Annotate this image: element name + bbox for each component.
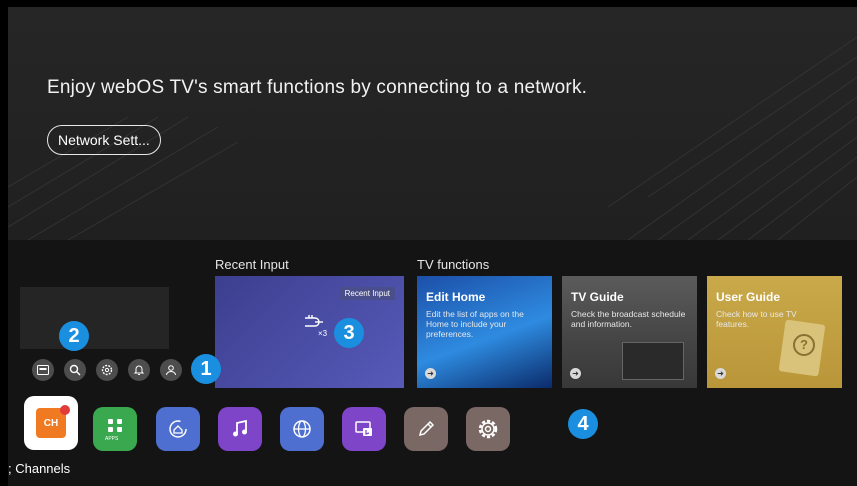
arrow-right-icon: ➜ — [570, 368, 581, 379]
input-count: ×3 — [318, 329, 328, 338]
network-settings-button[interactable]: Network Sett... — [47, 125, 161, 155]
badge-2: 2 — [59, 321, 89, 351]
badge-1: 1 — [191, 354, 221, 384]
user-guide-card[interactable]: ? User Guide Check how to use TV feature… — [707, 276, 842, 388]
media-player-app[interactable] — [342, 407, 386, 451]
tv-image — [622, 342, 684, 380]
settings-icon[interactable] — [96, 359, 118, 381]
settings-app[interactable] — [466, 407, 510, 451]
network-banner: Enjoy webOS TV's smart functions by conn… — [8, 7, 857, 240]
arrow-right-icon: ➜ — [425, 368, 436, 379]
recent-input-card[interactable]: Recent Input ×3 — [215, 276, 404, 388]
input-icon[interactable] — [32, 359, 54, 381]
gear-icon — [478, 419, 498, 439]
tv-home-screen: Enjoy webOS TV's smart functions by conn… — [8, 7, 857, 486]
user-guide-title: User Guide — [716, 290, 781, 304]
live-tv-app[interactable]: CH — [24, 396, 78, 450]
pencil-icon — [418, 420, 435, 437]
tv-guide-desc: Check the broadcast schedule and informa… — [571, 309, 686, 329]
banner-stripes — [8, 36, 857, 240]
apps-label: APPS — [105, 436, 119, 442]
music-note-icon — [233, 419, 247, 437]
recent-input-label: Recent Input — [339, 287, 395, 300]
globe-icon — [293, 420, 311, 438]
search-icon[interactable] — [64, 359, 86, 381]
arrow-right-icon: ➜ — [715, 368, 726, 379]
user-guide-desc: Check how to use TV features. — [716, 309, 797, 329]
web-browser-app[interactable] — [280, 407, 324, 451]
profile-icon[interactable] — [160, 359, 182, 381]
music-app[interactable] — [218, 407, 262, 451]
home-dashboard-app[interactable] — [156, 407, 200, 451]
edit-home-card[interactable]: Edit Home Edit the list of apps on the H… — [417, 276, 552, 388]
tv-functions-title: TV functions — [417, 257, 490, 272]
question-icon: ? — [793, 334, 815, 356]
network-message: Enjoy webOS TV's smart functions by conn… — [47, 77, 588, 98]
home-dashboard-icon — [169, 420, 187, 438]
focused-app-caption: ; Channels — [8, 461, 71, 476]
tv-preview-window[interactable] — [20, 287, 169, 349]
apps-app[interactable] — [93, 407, 137, 451]
edit-home-title: Edit Home — [426, 290, 486, 304]
edit-home-desc: Edit the list of apps on the Home to inc… — [426, 309, 524, 339]
notification-icon[interactable] — [128, 359, 150, 381]
recent-input-title: Recent Input — [215, 257, 289, 272]
badge-4: 4 — [568, 409, 598, 439]
badge-3: 3 — [334, 318, 364, 348]
live-dot — [60, 405, 70, 415]
tv-guide-title: TV Guide — [571, 290, 624, 304]
art-edit-app[interactable] — [404, 407, 448, 451]
tv-guide-card[interactable]: TV Guide Check the broadcast schedule an… — [562, 276, 697, 388]
media-player-icon — [355, 421, 372, 436]
